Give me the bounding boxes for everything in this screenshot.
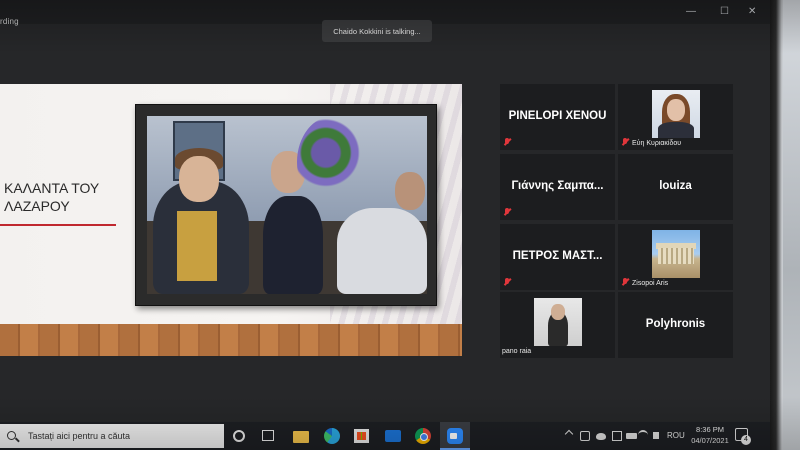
participant-name: pano raia: [502, 348, 532, 355]
mic-muted-icon: [503, 208, 511, 216]
zoom-icon[interactable]: [447, 428, 463, 444]
clock-time[interactable]: 8:36 PM: [688, 425, 732, 434]
mic-muted-icon: [503, 138, 511, 146]
tray-app-icon[interactable]: [612, 431, 622, 441]
chevron-up-icon[interactable]: [564, 429, 574, 439]
slide-title-underline: [0, 224, 116, 226]
video-flower-bouquet: [297, 116, 369, 208]
edge-icon[interactable]: [324, 428, 340, 444]
task-view-icon[interactable]: [233, 430, 245, 442]
participant-name: Γιάννης Σαμπα...: [511, 180, 604, 192]
search-placeholder: Tastați aici pentru a căuta: [28, 431, 131, 441]
maximize-icon[interactable]: ☐: [720, 6, 729, 17]
mic-muted-icon: [503, 278, 511, 286]
participant-name: PINELOPI XENOU: [508, 110, 607, 122]
participant-name: ΠΕΤΡΟΣ ΜΑΣΤ...: [512, 250, 603, 262]
participant-tile[interactable]: louiza: [618, 154, 733, 220]
search-icon: [7, 431, 16, 440]
clock-date[interactable]: 04/07/2021: [688, 436, 732, 445]
participant-name: Εύη Κυριακίδου: [632, 140, 682, 147]
windows-taskbar: Tastați aici pentru a căuta ROU 8:36 PM …: [0, 422, 770, 450]
window-title: rding: [0, 17, 19, 26]
taskbar-search-box[interactable]: Tastați aici pentru a căuta: [0, 424, 224, 448]
cloud-icon[interactable]: [596, 433, 606, 440]
participant-tile[interactable]: Γιάννης Σαμπα...: [500, 154, 615, 220]
slide-title: ΚΑΛΑΝΤΑ ΤΟΥ ΛΑΖΑΡΟΥ: [4, 180, 100, 214]
active-speaker-indicator: Chaido Kokkini is talking...: [322, 20, 432, 42]
video-person-head: [179, 156, 219, 202]
video-person-right-head: [395, 172, 425, 210]
input-language[interactable]: ROU: [667, 431, 685, 440]
file-explorer-icon[interactable]: [293, 431, 309, 443]
shared-screen-slide: ΚΑΛΑΝΤΑ ΤΟΥ ΛΑΖΑΡΟΥ: [0, 84, 462, 356]
participant-video: [652, 230, 700, 278]
acropolis-columns: [658, 248, 694, 264]
video-person-scarf: [177, 211, 217, 281]
participant-tile[interactable]: ΠΕΤΡΟΣ ΜΑΣΤ...: [500, 224, 615, 290]
background-wall: [783, 0, 800, 450]
video-person-right: [337, 208, 427, 294]
participant-video: [652, 90, 700, 138]
participant-tile[interactable]: pano raia: [500, 292, 615, 358]
embedded-video-frame[interactable]: [135, 104, 437, 306]
mic-muted-icon: [621, 138, 629, 146]
participant-name: Zisopoi Aris: [632, 280, 669, 287]
tray-app-icon[interactable]: [580, 431, 590, 441]
volume-icon[interactable]: [653, 432, 659, 439]
chrome-icon[interactable]: [415, 428, 431, 444]
notification-badge: 4: [741, 435, 751, 445]
mail-icon[interactable]: [385, 430, 401, 442]
embedded-video[interactable]: [147, 116, 427, 294]
slide-wood-floor: [0, 324, 462, 356]
minimize-icon[interactable]: —: [686, 6, 696, 17]
participant-face: [667, 99, 685, 121]
participant-face: [551, 304, 565, 320]
participant-tile[interactable]: Polyhronis: [618, 292, 733, 358]
participant-video: [534, 298, 582, 346]
participant-tile[interactable]: PINELOPI XENOU: [500, 84, 615, 150]
wifi-icon[interactable]: [638, 430, 648, 440]
microsoft-store-icon[interactable]: [354, 429, 369, 443]
participant-name: louiza: [659, 180, 692, 192]
video-person-middle: [263, 196, 323, 294]
widgets-icon[interactable]: [262, 430, 274, 441]
mic-muted-icon: [621, 278, 629, 286]
participant-tile[interactable]: Εύη Κυριακίδου: [618, 84, 733, 150]
participant-tile[interactable]: Zisopoi Aris: [618, 224, 733, 290]
desktop-screen: rding — ☐ ✕ Chaido Kokkini is talking...…: [0, 0, 800, 450]
participant-name: Polyhronis: [645, 318, 706, 330]
participant-body: [658, 122, 694, 138]
battery-icon[interactable]: [626, 433, 637, 439]
close-icon[interactable]: ✕: [748, 6, 756, 17]
